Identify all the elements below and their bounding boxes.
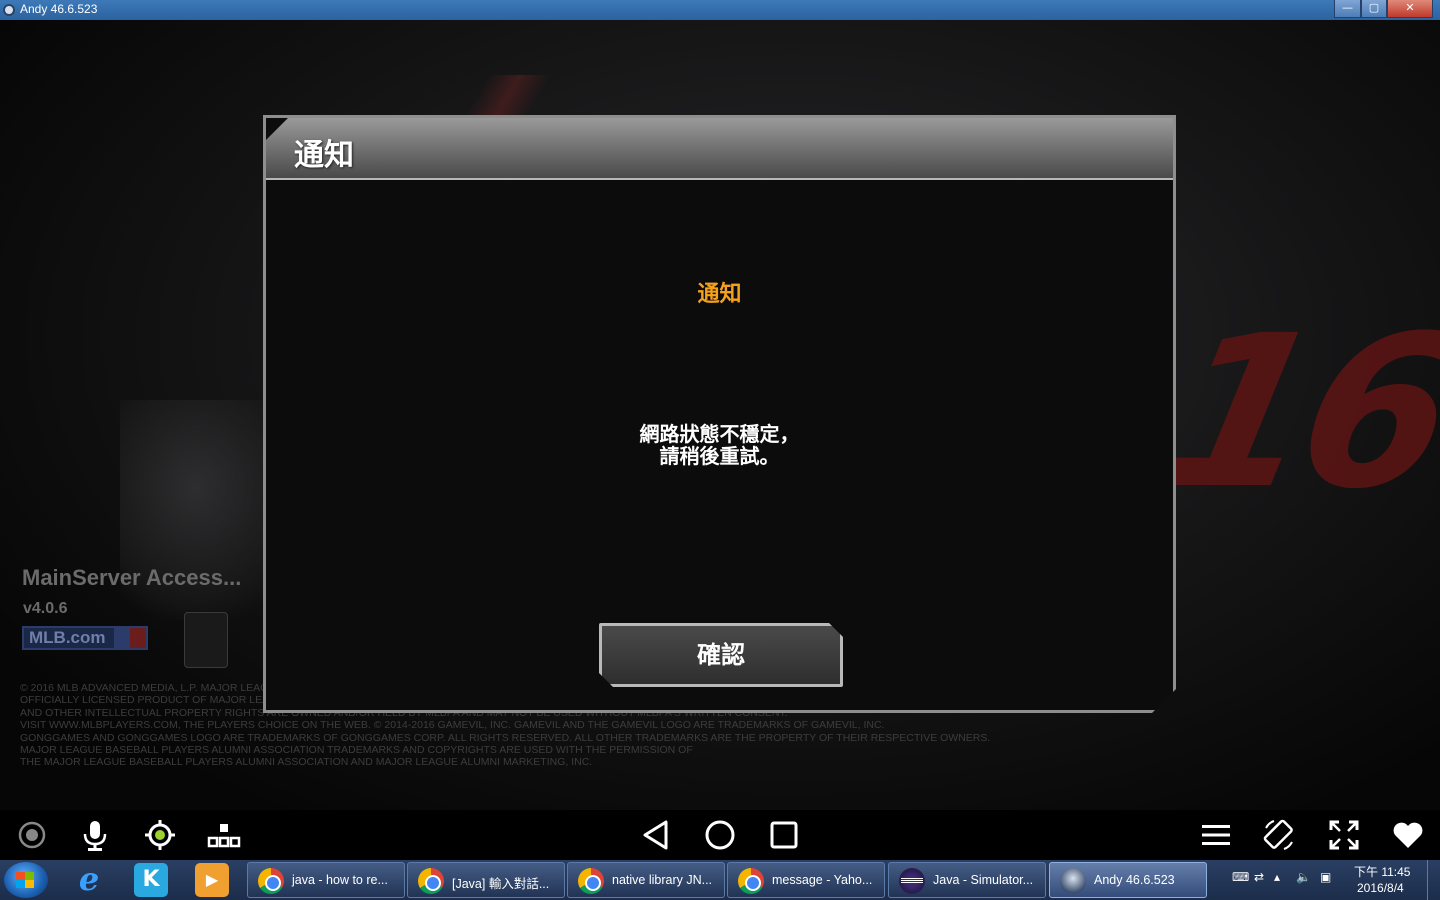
- background-16-logo: 16: [1143, 290, 1440, 535]
- eclipse-icon: [899, 868, 925, 894]
- window-titlebar: Andy 46.6.523 — ▢ ✕: [0, 0, 1440, 20]
- taskbar-item-active[interactable]: Andy 46.6.523: [1049, 862, 1207, 898]
- mlb-logo: MLB.com: [22, 626, 148, 650]
- taskbar-item-label: native library JN...: [612, 873, 713, 887]
- location-icon[interactable]: [143, 818, 177, 852]
- keyboard-icon[interactable]: ⌨: [1232, 870, 1249, 884]
- dialog-title: 通知: [294, 138, 354, 173]
- mlb-logo-text: MLB.com: [29, 628, 106, 647]
- dialog-subtitle: 通知: [697, 282, 742, 307]
- andy-app-icon: [3, 4, 15, 16]
- taskbar-item-label: [Java] 輸入對話...: [452, 877, 550, 891]
- taskbar-item-label: Java - Simulator...: [933, 873, 1034, 887]
- legal-line: MAJOR LEAGUE BASEBALL PLAYERS ALUMNI ASS…: [20, 744, 693, 757]
- andy-icon: [1060, 868, 1086, 894]
- back-icon[interactable]: [639, 818, 673, 852]
- chrome-icon: [738, 868, 764, 894]
- favorite-icon[interactable]: [1391, 818, 1425, 852]
- chrome-icon: [418, 868, 444, 894]
- kkbox-icon[interactable]: K: [134, 863, 168, 897]
- fullscreen-icon[interactable]: [1327, 818, 1361, 852]
- notification-dialog: 通知 通知 網路狀態不穩定， 請稍後重試。 確認: [263, 115, 1176, 713]
- maximize-button[interactable]: ▢: [1361, 0, 1387, 18]
- mlbpa-logo: [184, 612, 228, 668]
- chrome-icon: [578, 868, 604, 894]
- multi-touch-icon[interactable]: [207, 818, 241, 852]
- version-text: v4.0.6: [23, 600, 68, 617]
- start-button[interactable]: [4, 862, 48, 898]
- taskbar-item[interactable]: Java - Simulator...: [888, 862, 1046, 898]
- show-desktop-button[interactable]: [1427, 860, 1440, 900]
- home-icon[interactable]: [703, 818, 737, 852]
- android-nav-bar: [0, 810, 1440, 860]
- rotate-icon[interactable]: [1262, 818, 1296, 852]
- recents-icon[interactable]: [767, 818, 801, 852]
- network-icon[interactable]: ▣: [1320, 870, 1331, 884]
- minimize-button[interactable]: —: [1334, 0, 1361, 18]
- show-hidden-icons-icon[interactable]: ▴: [1274, 870, 1280, 884]
- taskbar-item-label: java - how to re...: [292, 873, 388, 887]
- menu-icon[interactable]: [1199, 818, 1233, 852]
- taskbar-item-label: message - Yaho...: [772, 873, 873, 887]
- media-player-icon[interactable]: ▶: [195, 863, 229, 897]
- ime-icon[interactable]: ⇄: [1254, 870, 1264, 884]
- confirm-button[interactable]: 確認: [599, 623, 843, 687]
- chrome-icon: [258, 868, 284, 894]
- camera-icon[interactable]: [15, 818, 49, 852]
- taskbar-item[interactable]: [Java] 輸入對話...: [407, 862, 565, 898]
- taskbar-item-label: Andy 46.6.523: [1094, 873, 1175, 887]
- mlb-flag-icon: [114, 628, 146, 648]
- legal-line: VISIT WWW.MLBPLAYERS.COM, THE PLAYERS CH…: [20, 719, 885, 732]
- legal-line: GONGGAMES AND GONGGAMES LOGO ARE TRADEMA…: [20, 731, 991, 744]
- microphone-icon[interactable]: [78, 818, 112, 852]
- taskbar-item[interactable]: native library JN...: [567, 862, 725, 898]
- window-title: Andy 46.6.523: [20, 2, 98, 16]
- windows-taskbar: e K ▶ java - how to re... [Java] 輸入對話...…: [0, 860, 1440, 900]
- taskbar-item[interactable]: message - Yaho...: [727, 862, 885, 898]
- volume-icon[interactable]: 🔈: [1296, 870, 1311, 884]
- internet-explorer-icon[interactable]: e: [72, 863, 106, 897]
- dialog-header: 通知: [266, 118, 1173, 180]
- legal-line: THE MAJOR LEAGUE BASEBALL PLAYERS ALUMNI…: [20, 756, 593, 769]
- taskbar-item[interactable]: java - how to re...: [247, 862, 405, 898]
- game-screen: 16 MainServer Access... v4.0.6 MLB.com ©…: [0, 20, 1440, 810]
- close-button[interactable]: ✕: [1387, 0, 1433, 18]
- server-status-text: MainServer Access...: [22, 565, 242, 590]
- clock-time[interactable]: 下午 11:45: [1354, 863, 1410, 880]
- dialog-message: 網路狀態不穩定， 請稍後重試。: [639, 422, 800, 468]
- windows-logo-icon: [16, 872, 34, 888]
- clock-date[interactable]: 2016/8/4: [1357, 881, 1404, 895]
